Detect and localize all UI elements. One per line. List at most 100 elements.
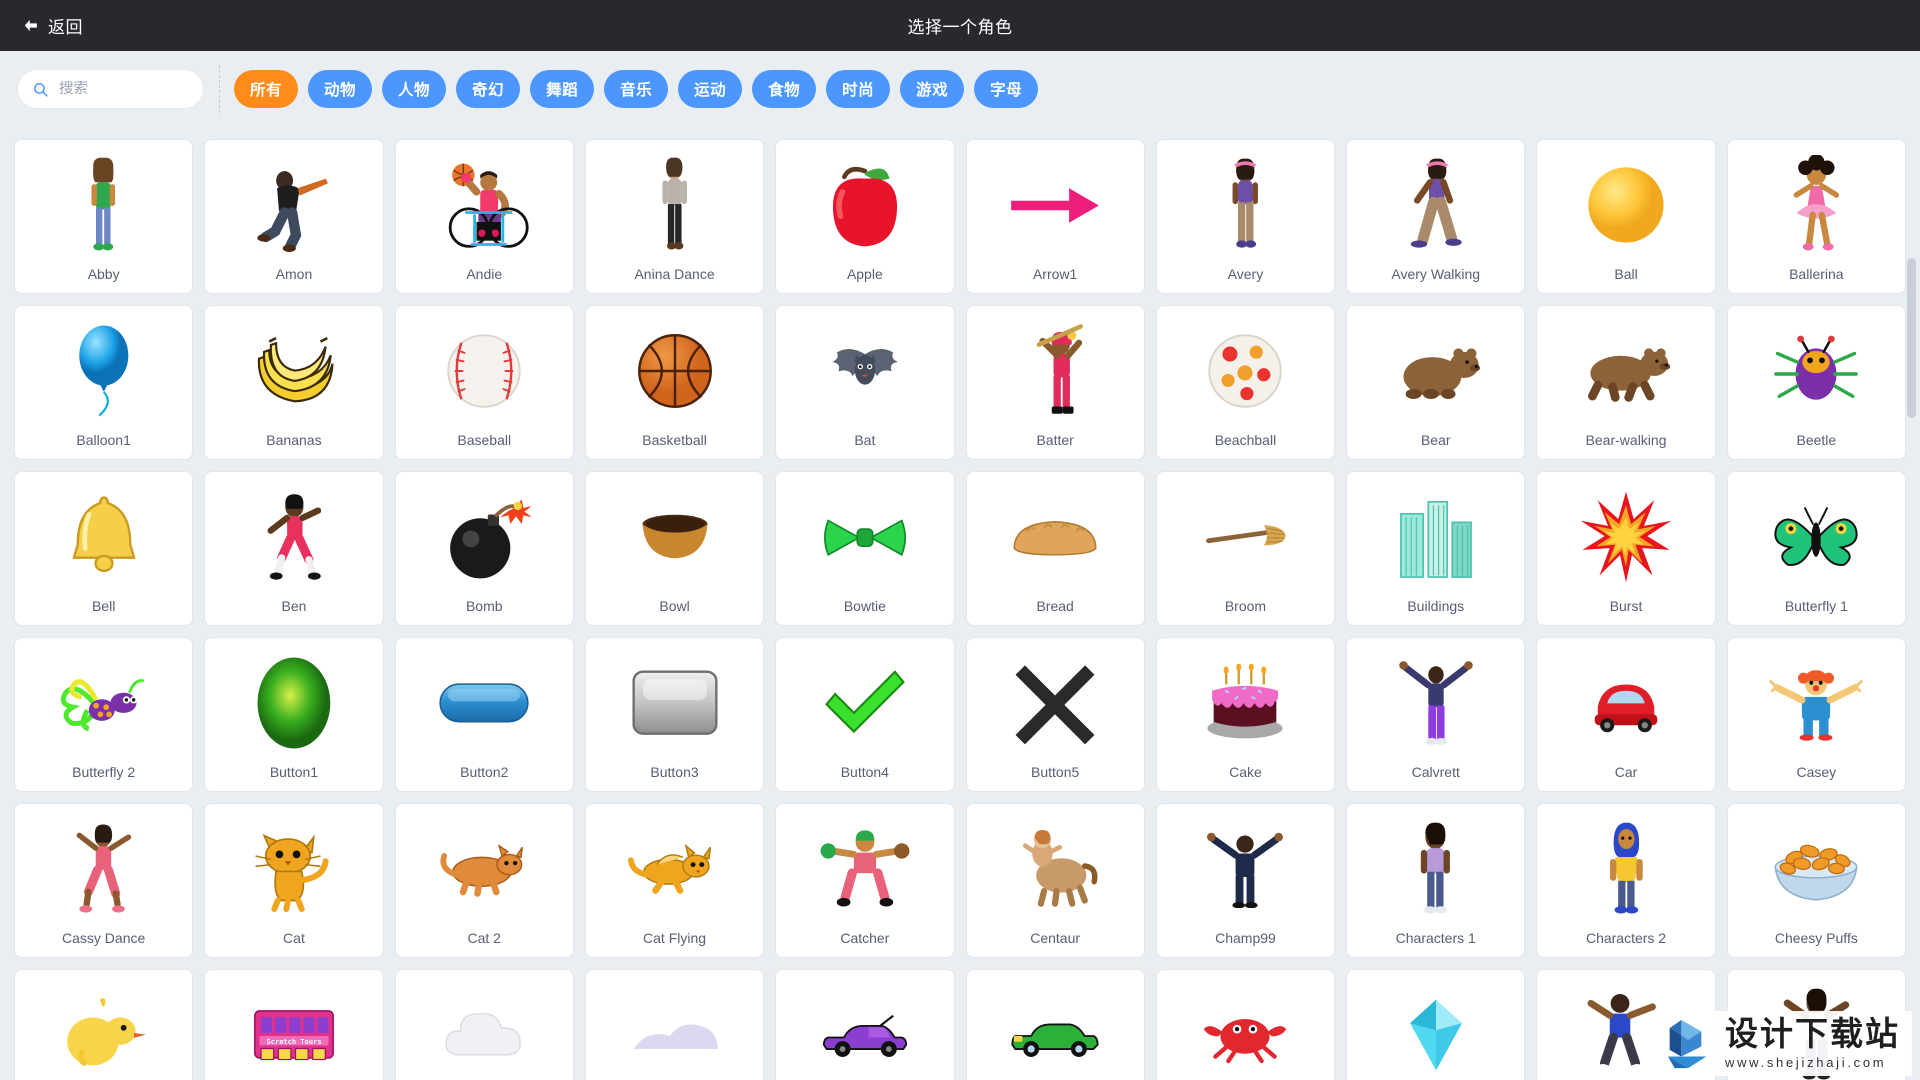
sprite-card[interactable]: Cheesy Puffs xyxy=(1726,803,1906,958)
sprite-card[interactable]: Balloon1 xyxy=(14,305,194,460)
sprite-card[interactable]: Centaur xyxy=(965,803,1145,958)
sprite-card[interactable]: D-Money Dance xyxy=(1536,969,1716,1080)
sprite-card[interactable]: Cake xyxy=(1155,637,1336,792)
sprite-card[interactable]: Amon xyxy=(204,139,384,294)
sprite-card[interactable]: Arrow1 xyxy=(965,139,1145,294)
sprite-name: Anina Dance xyxy=(634,265,715,282)
sprite-card[interactable]: Burst xyxy=(1536,471,1716,626)
apple-icon xyxy=(780,148,949,263)
sprite-card[interactable]: Dan xyxy=(1726,969,1906,1080)
window-header: 返回 选择一个角色 xyxy=(0,0,1920,51)
category-button-food[interactable]: 食物 xyxy=(752,70,817,108)
sprite-name: Bear-walking xyxy=(1585,431,1667,448)
sprite-card[interactable]: Button2 xyxy=(394,637,574,792)
sprite-name: Cat xyxy=(283,929,305,946)
bat-icon xyxy=(780,314,949,429)
category-button-animals[interactable]: 动物 xyxy=(308,70,373,108)
category-button-dance[interactable]: 舞蹈 xyxy=(530,70,595,108)
category-button-sports[interactable]: 运动 xyxy=(678,70,743,108)
sprite-card[interactable]: Bananas xyxy=(204,305,384,460)
sprite-card[interactable]: Bomb xyxy=(394,471,574,626)
butterfly1-icon xyxy=(1732,480,1901,595)
sprite-card[interactable]: Champ99 xyxy=(1155,803,1336,958)
sprite-name: Ballerina xyxy=(1789,265,1844,282)
sprite-card[interactable]: Broom xyxy=(1155,471,1336,626)
bear-walking-icon xyxy=(1541,314,1710,429)
sprite-card[interactable]: Chick xyxy=(14,969,194,1080)
sprite-card[interactable]: Abby xyxy=(14,139,194,294)
sprite-card[interactable]: Bat xyxy=(775,305,955,460)
scrollbar-track[interactable] xyxy=(1907,258,1916,1076)
sprite-card[interactable]: Cat xyxy=(204,803,384,958)
sprite-card[interactable]: Butterfly 2 xyxy=(14,637,194,792)
sprite-card[interactable]: Calvrett xyxy=(1346,637,1526,792)
sprite-card[interactable]: Convertible xyxy=(775,969,955,1080)
sprite-card[interactable]: Bread xyxy=(965,471,1145,626)
sprite-card[interactable]: Ballerina xyxy=(1726,139,1906,294)
category-button-fashion[interactable]: 时尚 xyxy=(826,70,891,108)
sprite-card[interactable]: Cat 2 xyxy=(394,803,574,958)
sprite-card[interactable]: Bowl xyxy=(584,471,765,626)
sprite-card[interactable]: Cloud Hill xyxy=(584,969,765,1080)
sprite-card[interactable]: Buildings xyxy=(1346,471,1526,626)
category-button-music[interactable]: 音乐 xyxy=(604,70,669,108)
bell-icon xyxy=(19,480,188,595)
sprite-name: Casey xyxy=(1796,763,1837,780)
category-button-letters[interactable]: 字母 xyxy=(974,70,1039,108)
search-input[interactable] xyxy=(59,81,189,97)
sprite-card[interactable]: Batter xyxy=(965,305,1145,460)
sprite-card[interactable]: Characters 1 xyxy=(1346,803,1526,958)
sprite-name: Bomb xyxy=(465,597,503,614)
sprite-card[interactable]: Beetle xyxy=(1726,305,1906,460)
sprite-card[interactable]: Anina Dance xyxy=(584,139,765,294)
sprite-card[interactable]: Ball xyxy=(1536,139,1716,294)
dan-icon xyxy=(1732,978,1901,1080)
sprite-card[interactable]: Bell xyxy=(14,471,194,626)
search-box[interactable] xyxy=(18,70,203,108)
sprite-name: Bread xyxy=(1036,597,1074,614)
sprite-card[interactable]: Crab xyxy=(1155,969,1336,1080)
category-button-people[interactable]: 人物 xyxy=(382,70,447,108)
sprite-card[interactable]: Cassy Dance xyxy=(14,803,194,958)
sprite-card[interactable]: Car xyxy=(1536,637,1716,792)
sprite-card[interactable]: Button5 xyxy=(965,637,1145,792)
sprite-name: Button1 xyxy=(269,763,319,780)
filter-bar: 所有 动物 人物 奇幻 舞蹈 音乐 运动 食物 时尚 游戏 字母 xyxy=(0,51,1920,127)
sprite-card[interactable]: Catcher xyxy=(775,803,955,958)
sprite-card[interactable]: Bear xyxy=(1346,305,1526,460)
sprite-card[interactable]: Scratch ToursCity Bus xyxy=(204,969,384,1080)
bear-icon xyxy=(1351,314,1520,429)
sprite-card[interactable]: Andie xyxy=(394,139,574,294)
sprite-card[interactable]: Characters 2 xyxy=(1536,803,1716,958)
sprite-card[interactable]: Ben xyxy=(204,471,384,626)
sprite-card[interactable]: Apple xyxy=(775,139,955,294)
sprite-card[interactable]: Button1 xyxy=(204,637,384,792)
person-arms-up-icon xyxy=(1351,646,1520,761)
sprite-card[interactable]: Button3 xyxy=(584,637,765,792)
sprite-card[interactable]: Convertible 2 xyxy=(965,969,1145,1080)
sprite-card[interactable]: Cloud xyxy=(394,969,574,1080)
sprite-name: Batter xyxy=(1036,431,1074,448)
category-list: 所有 动物 人物 奇幻 舞蹈 音乐 运动 食物 时尚 游戏 字母 xyxy=(234,70,1039,108)
scratch-cat-icon xyxy=(209,812,378,927)
sprite-card[interactable]: Basketball xyxy=(584,305,765,460)
page-title: 选择一个角色 xyxy=(907,18,1013,37)
sprite-card[interactable]: Avery Walking xyxy=(1346,139,1526,294)
category-button-games[interactable]: 游戏 xyxy=(900,70,965,108)
back-button[interactable]: 返回 xyxy=(0,0,105,51)
category-button-fantasy[interactable]: 奇幻 xyxy=(456,70,521,108)
sprite-card[interactable]: Crystal xyxy=(1346,969,1526,1080)
category-button-all[interactable]: 所有 xyxy=(234,70,299,108)
sprite-card[interactable]: Casey xyxy=(1726,637,1906,792)
sprite-card[interactable]: Avery xyxy=(1155,139,1336,294)
sprite-card[interactable]: Button4 xyxy=(775,637,955,792)
sprite-card[interactable]: Butterfly 1 xyxy=(1726,471,1906,626)
sprite-card[interactable]: Baseball xyxy=(394,305,574,460)
sprite-name: Button2 xyxy=(460,763,509,780)
sprite-card[interactable]: Bear-walking xyxy=(1536,305,1716,460)
sprite-card[interactable]: Bowtie xyxy=(775,471,955,626)
sprite-library-scroll-area[interactable]: Abby Amon Andie Anina Dance Apple Arrow1 Avery… xyxy=(0,127,1920,1080)
sprite-card[interactable]: Cat Flying xyxy=(584,803,765,958)
sprite-card[interactable]: Beachball xyxy=(1155,305,1336,460)
scrollbar-thumb[interactable] xyxy=(1907,258,1916,418)
